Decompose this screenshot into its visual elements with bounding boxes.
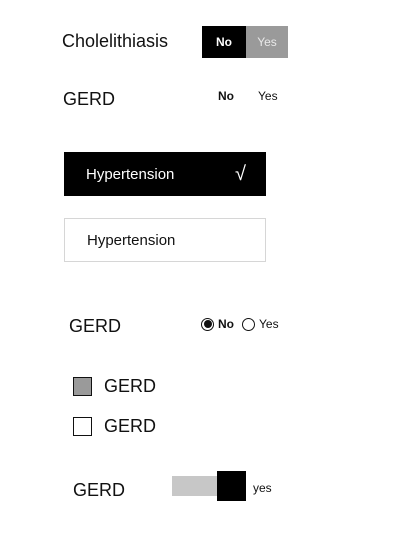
gerd-label-row2: GERD xyxy=(63,89,116,109)
gerd-checkbox-label-checked: GERD xyxy=(104,376,157,396)
hypertension-unselected-label: Hypertension xyxy=(87,231,176,249)
hypertension-unselected-toggle[interactable]: Hypertension xyxy=(64,218,266,262)
gerd-checkbox-row-unchecked[interactable]: GERD xyxy=(73,416,156,437)
gerd-label-radio-row: GERD xyxy=(69,316,122,336)
gerd-no-radio-label: No xyxy=(218,317,234,331)
switch-track xyxy=(172,476,218,496)
hypertension-selected-label: Hypertension xyxy=(86,165,175,183)
cholelithiasis-label: Cholelithiasis xyxy=(62,31,169,51)
cholelithiasis-yes-option[interactable]: Yes xyxy=(246,26,288,58)
gerd-label-switch-row: GERD xyxy=(73,480,126,500)
gerd-checkbox-row-checked[interactable]: GERD xyxy=(73,376,156,397)
gerd-switch-yes-label: yes xyxy=(253,481,272,495)
checkbox-unchecked[interactable] xyxy=(73,417,92,436)
cholelithiasis-segmented-control[interactable]: No Yes xyxy=(202,26,288,58)
hypertension-selected-toggle[interactable]: Hypertension √ xyxy=(64,152,266,196)
gerd-yes-radio[interactable] xyxy=(242,317,255,331)
cholelithiasis-no-option[interactable]: No xyxy=(202,26,246,58)
switch-thumb[interactable] xyxy=(217,471,246,501)
checkmark-icon: √ xyxy=(235,163,246,185)
gerd-no-option-row2[interactable]: No xyxy=(218,89,234,103)
checkbox-checked[interactable] xyxy=(73,377,92,396)
gerd-switch[interactable] xyxy=(172,471,246,501)
gerd-yes-option-row2[interactable]: Yes xyxy=(258,89,278,103)
gerd-radio-group: No Yes xyxy=(201,317,279,331)
gerd-checkbox-label-unchecked: GERD xyxy=(104,416,157,436)
gerd-yes-radio-label: Yes xyxy=(259,317,279,331)
gerd-no-radio[interactable] xyxy=(201,317,214,331)
